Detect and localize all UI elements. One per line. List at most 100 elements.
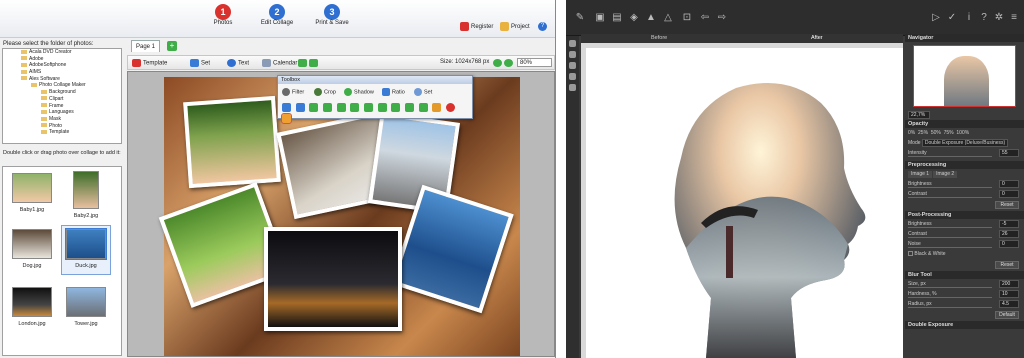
zoom-select[interactable]: 80% (517, 58, 552, 67)
set-photo-button[interactable]: Set (414, 88, 432, 96)
open-icon[interactable]: ▣ (595, 13, 605, 23)
add-page-button[interactable]: + (167, 41, 177, 51)
tree-item[interactable]: Ales Software (3, 76, 121, 83)
crop-button[interactable]: Crop (314, 88, 336, 96)
tab-after[interactable]: After (811, 34, 823, 43)
photo-baby1[interactable] (183, 95, 281, 189)
noise-slider[interactable] (908, 247, 992, 248)
hand-icon[interactable] (569, 73, 576, 80)
size-input[interactable]: 200 (999, 280, 1019, 288)
thumb-baby1[interactable]: Baby1.jpg (7, 173, 57, 213)
thumb-tower[interactable]: Tower.jpg (61, 287, 111, 327)
intensity-input[interactable]: 55 (999, 149, 1019, 157)
layer-down-icon[interactable]: △ (663, 13, 673, 23)
opacity-50[interactable]: 50% (931, 130, 941, 136)
black-white-checkbox[interactable] (908, 251, 913, 257)
opacity-75[interactable]: 75% (944, 130, 954, 136)
toolbox-title[interactable]: Toolbox (278, 76, 472, 84)
frame-icon[interactable] (281, 113, 292, 124)
tree-item[interactable]: Languages (3, 109, 121, 116)
move-right-icon[interactable] (350, 103, 360, 112)
photos-button[interactable]: 1 Photos (196, 4, 250, 26)
tree-item[interactable]: Mask (3, 116, 121, 123)
pp-brightness-slider[interactable] (908, 227, 992, 228)
folder-tree[interactable]: Acala DVD Creator Adobe AdobeSoftphone A… (2, 48, 122, 144)
eraser-icon[interactable] (569, 62, 576, 69)
run-icon[interactable]: ▷ (931, 13, 941, 23)
calendar-button[interactable]: Calendar (262, 59, 297, 67)
tab-image-1[interactable]: Image 1 (908, 171, 933, 178)
tree-item[interactable]: Photo Collage Maker (3, 82, 121, 89)
zoom-in-icon[interactable] (309, 103, 319, 112)
info-icon[interactable]: i (964, 13, 974, 23)
settings-icon[interactable]: ✲ (994, 13, 1004, 23)
project-button[interactable]: Project (500, 22, 530, 31)
zoom-icon[interactable] (569, 84, 576, 91)
noise-input[interactable]: 0 (999, 240, 1019, 248)
hardness-input[interactable]: 10 (999, 290, 1019, 298)
opacity-100[interactable]: 100% (956, 130, 969, 136)
undo-icon[interactable]: ⇦ (700, 13, 710, 23)
rotate-left-icon[interactable] (364, 103, 374, 112)
menu-icon[interactable]: ≡ (1009, 13, 1019, 23)
default-button[interactable]: Default (995, 311, 1019, 319)
set-button[interactable]: Set (190, 59, 210, 67)
shadow-button[interactable]: Shadow (344, 88, 374, 96)
size-slider[interactable] (908, 287, 992, 288)
pp-contrast-input[interactable]: 26 (999, 230, 1019, 238)
contrast-input[interactable]: 0 (999, 190, 1019, 198)
tree-item[interactable]: AdobeSoftphone (3, 62, 121, 69)
tab-before[interactable]: Before (651, 34, 667, 43)
rotate-button[interactable] (298, 59, 320, 67)
arrow-up-icon[interactable] (282, 103, 291, 112)
tree-item[interactable]: Background (3, 89, 121, 96)
radius-slider[interactable] (908, 307, 992, 308)
tree-item[interactable]: Template (3, 129, 121, 136)
edit-collage-button[interactable]: 2 Edit Collage (250, 4, 304, 26)
mirror-icon[interactable] (405, 103, 415, 112)
zoom-out-icon[interactable] (323, 103, 333, 112)
template-button[interactable]: Template (132, 59, 167, 67)
navigator-preview[interactable] (913, 45, 1016, 107)
tree-item[interactable]: AIMS (3, 69, 121, 76)
fit-icon[interactable] (418, 103, 428, 112)
zoom-in-button[interactable] (493, 59, 515, 67)
opacity-25[interactable]: 25% (918, 130, 928, 136)
redo-icon[interactable]: ⇨ (717, 13, 727, 23)
mode-select[interactable]: Double Exposure (Deluxe/Business) (921, 139, 1009, 147)
radius-input[interactable]: 4.5 (999, 300, 1019, 308)
tree-item[interactable]: Acala DVD Creator (3, 49, 121, 56)
tree-item[interactable]: Photo (3, 123, 121, 130)
arrow-down-icon[interactable] (295, 103, 305, 112)
contrast-slider[interactable] (908, 197, 992, 198)
pp-brightness-input[interactable]: -5 (999, 220, 1019, 228)
intensity-slider[interactable] (908, 156, 992, 157)
flip-icon[interactable] (391, 103, 401, 112)
pp-reset-button[interactable]: Reset (995, 261, 1019, 269)
image-preview[interactable] (586, 48, 903, 358)
brightness-slider[interactable] (908, 187, 992, 188)
tree-item[interactable]: Frame (3, 103, 121, 110)
drop-icon[interactable] (569, 51, 576, 58)
tab-page-1[interactable]: Page 1 (131, 40, 161, 52)
ratio-button[interactable]: Ratio (382, 88, 405, 96)
brush-icon[interactable] (569, 40, 576, 47)
thumb-london[interactable]: London.jpg (7, 287, 57, 327)
brightness-input[interactable]: 0 (999, 180, 1019, 188)
pp-contrast-slider[interactable] (908, 237, 992, 238)
print-save-button[interactable]: 3 Print & Save (305, 4, 359, 26)
photo-london[interactable] (264, 227, 402, 331)
opacity-0[interactable]: 0% (908, 130, 915, 136)
layers-icon[interactable]: ◈ (629, 13, 639, 23)
layer-up-icon[interactable]: ▲ (646, 13, 656, 23)
help-button[interactable]: ? (538, 22, 549, 31)
thumb-duck[interactable]: Duck.jpg (61, 225, 111, 275)
filter-button[interactable]: Filter (282, 88, 304, 96)
tree-item[interactable]: Adobe (3, 56, 121, 63)
save-icon[interactable]: ▤ (612, 13, 622, 23)
crop-icon[interactable]: ⊡ (682, 13, 692, 23)
thumb-dog[interactable]: Dog.jpg (7, 229, 57, 269)
text-button[interactable]: Text (227, 59, 249, 67)
help-icon[interactable]: ? (979, 13, 989, 23)
move-left-icon[interactable] (336, 103, 346, 112)
